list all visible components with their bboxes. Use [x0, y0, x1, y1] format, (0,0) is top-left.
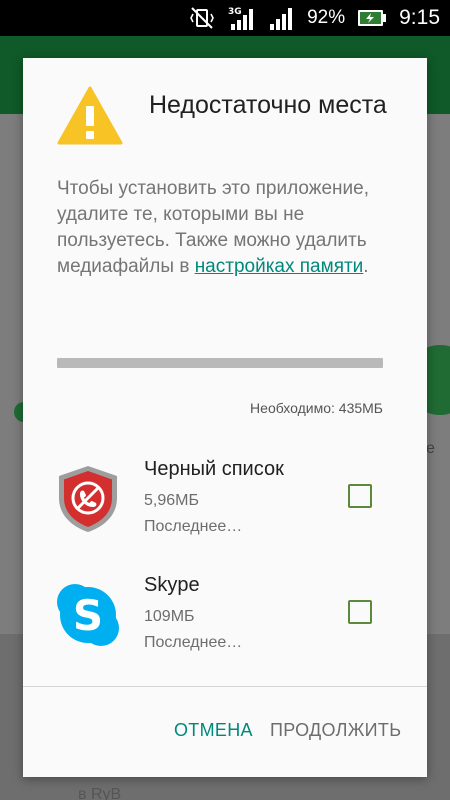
app-size: 109МБ: [144, 608, 195, 625]
storage-progress-bar: [57, 358, 383, 368]
battery-charging-icon: [357, 9, 387, 27]
warning-icon: [57, 86, 123, 146]
skype-icon: S: [53, 580, 123, 650]
app-last-used: Последнее…: [144, 634, 243, 651]
app-size: 5,96МБ: [144, 492, 199, 509]
required-space-label: Необходимо: 435МБ: [250, 400, 383, 416]
dialog-divider: [23, 686, 427, 687]
clock: 9:15: [399, 6, 440, 29]
app-name: Черный список: [144, 458, 284, 480]
app-select-checkbox[interactable]: [348, 600, 372, 624]
storage-settings-link[interactable]: настройках памяти: [195, 256, 364, 277]
signal-3g-icon: 3G: [227, 6, 257, 30]
screen: 3G 92% 9:15 e в RyB Недостаточно места Ч…: [0, 0, 450, 800]
message-end: .: [363, 256, 369, 277]
app-last-used: Последнее…: [144, 518, 243, 535]
dialog-message: Чтобы установить это приложение, удалите…: [57, 176, 397, 280]
app-list-item[interactable]: S Skype 109МБ Последнее…: [23, 566, 427, 676]
svg-text:S: S: [73, 591, 103, 640]
battery-percent: 92%: [307, 7, 346, 28]
background-bottom-text: в RyB: [78, 786, 122, 800]
blocked-call-shield-icon: [53, 464, 123, 534]
cancel-button[interactable]: ОТМЕНА: [174, 720, 253, 741]
app-select-checkbox[interactable]: [348, 484, 372, 508]
background-partial-text: e: [426, 440, 435, 457]
app-name: Skype: [144, 574, 200, 596]
continue-button[interactable]: ПРОДОЛЖИТЬ: [270, 720, 401, 741]
signal-icon: [269, 6, 295, 30]
network-type-label: 3G: [228, 7, 242, 17]
insufficient-storage-dialog: Недостаточно места Чтобы установить это …: [23, 58, 427, 777]
app-list-item[interactable]: Черный список 5,96МБ Последнее…: [23, 450, 427, 560]
status-bar: 3G 92% 9:15: [0, 0, 450, 36]
dialog-title: Недостаточно места: [149, 91, 387, 119]
vibrate-off-icon: [189, 7, 215, 29]
